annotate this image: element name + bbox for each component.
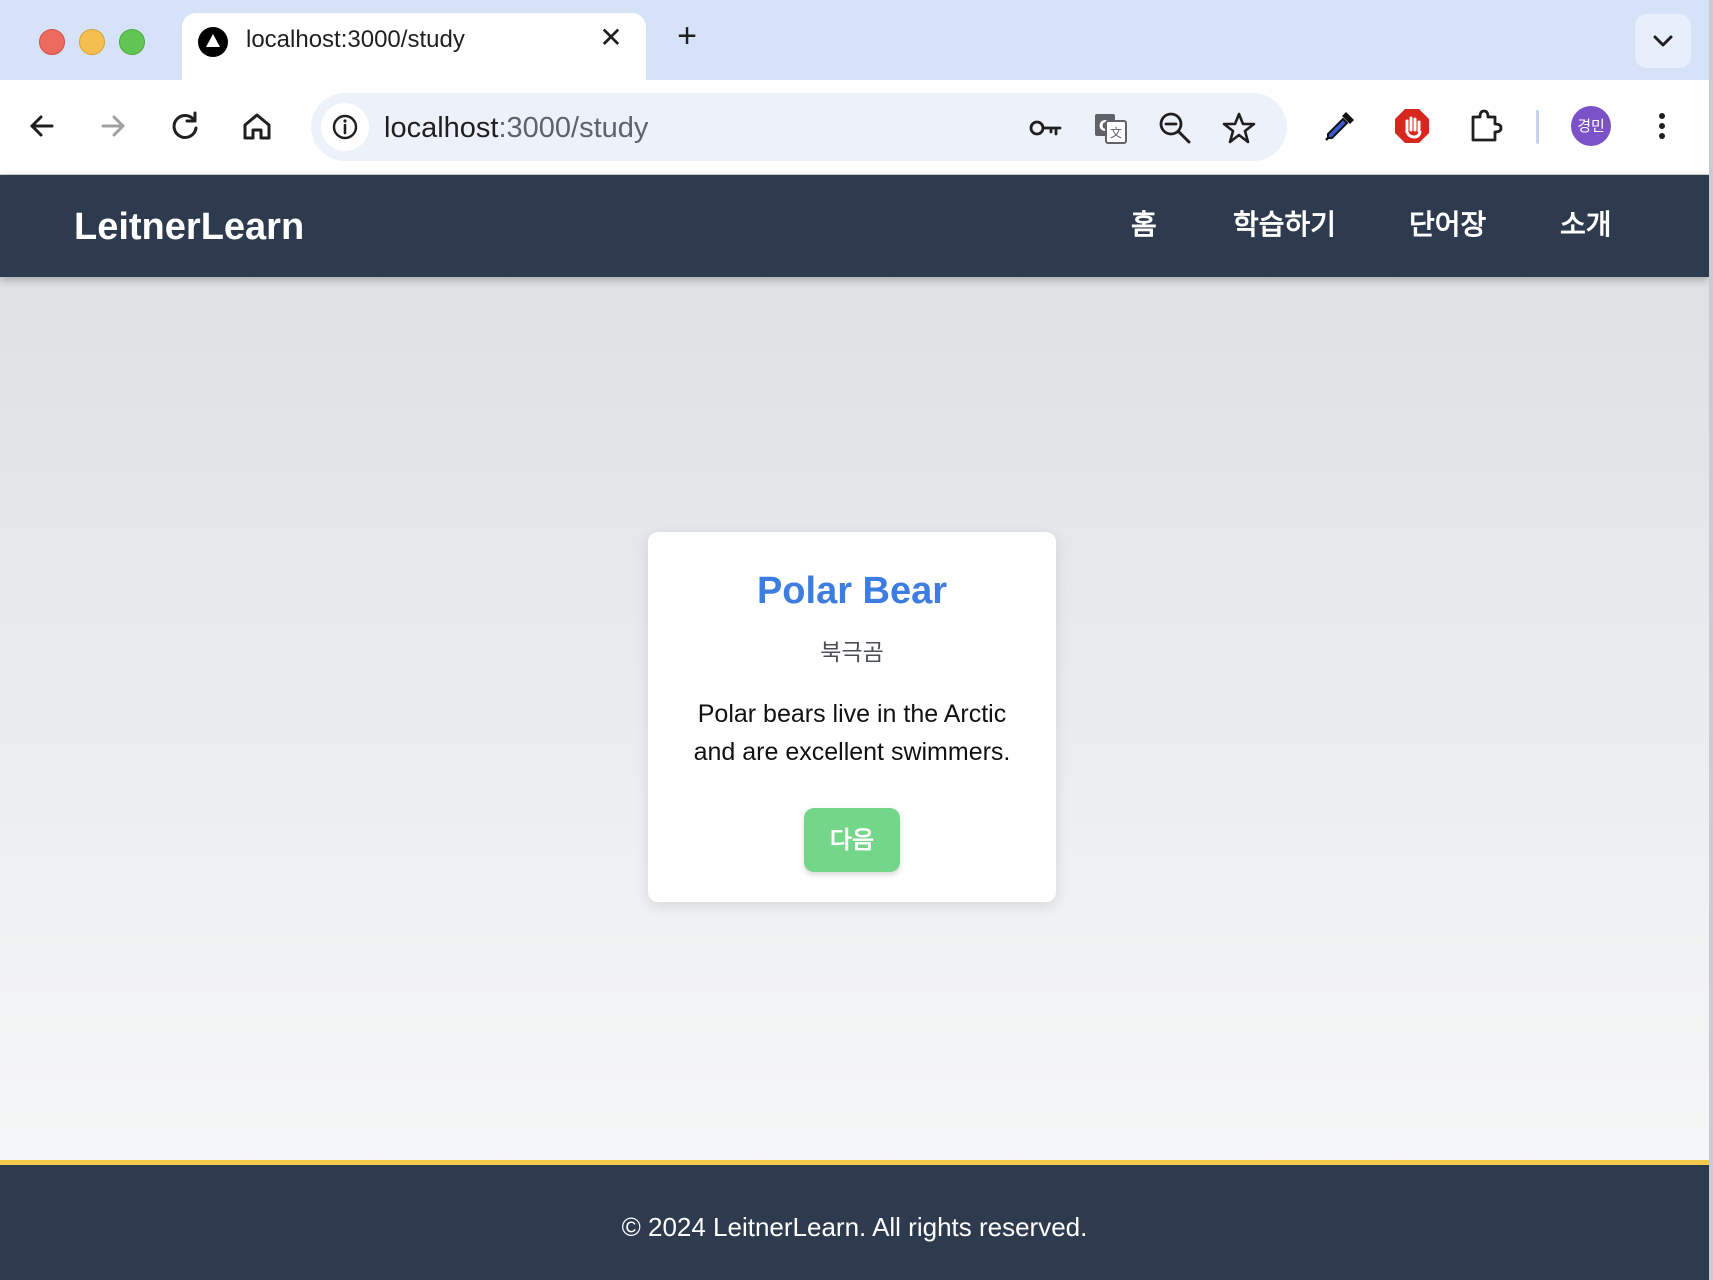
zoom-out-icon <box>1159 112 1191 144</box>
forward-arrow-icon <box>101 115 125 137</box>
tab-active[interactable]: localhost:3000/study ✕ <box>182 13 646 80</box>
translate-icon: G 文 <box>1095 114 1127 144</box>
nav-wordbook[interactable]: 단어장 <box>1409 205 1486 245</box>
site-header: LeitnerLearn 홈 학습하기 단어장 소개 <box>0 175 1709 277</box>
svg-text:文: 文 <box>1110 125 1122 140</box>
profile-avatar[interactable]: 경민 <box>1571 106 1611 146</box>
puzzle-icon <box>1471 109 1503 142</box>
tab-title: localhost:3000/study <box>246 26 465 53</box>
url-text[interactable]: localhost:3000/study <box>384 111 648 145</box>
password-button[interactable] <box>1027 110 1063 146</box>
info-icon <box>332 114 358 140</box>
card-example: Polar bears live in the Arctic and are e… <box>693 700 1011 766</box>
tab-strip: localhost:3000/study ✕ + <box>0 0 1709 80</box>
maximize-window-button[interactable] <box>119 29 145 55</box>
nav-about[interactable]: 소개 <box>1560 205 1612 245</box>
site-footer: © 2024 LeitnerLearn. All rights reserved… <box>0 1160 1709 1280</box>
key-icon <box>1029 120 1062 136</box>
eyedropper-extension[interactable] <box>1320 106 1360 146</box>
minimize-window-button[interactable] <box>79 29 105 55</box>
home-button[interactable] <box>237 106 277 146</box>
web-page: LeitnerLearn 홈 학습하기 단어장 소개 Polar Bear 북극… <box>0 175 1709 1280</box>
footer-copyright: © 2024 LeitnerLearn. All rights reserved… <box>621 1212 1088 1242</box>
extensions-button[interactable] <box>1465 106 1505 146</box>
flashcard: Polar Bear 북극곰 Polar bears live in the A… <box>648 532 1056 902</box>
nav-home[interactable]: 홈 <box>1131 205 1157 245</box>
home-icon <box>243 113 271 140</box>
adblock-extension[interactable] <box>1392 106 1432 146</box>
card-word: Polar Bear <box>756 570 948 612</box>
kebab-menu-icon <box>1659 113 1665 139</box>
bookmark-button[interactable] <box>1221 110 1257 146</box>
reload-button[interactable] <box>165 106 205 146</box>
browser-menu-button[interactable] <box>1647 106 1677 146</box>
star-icon <box>1222 112 1256 144</box>
favicon-icon <box>198 27 228 57</box>
reload-icon <box>172 111 198 139</box>
stop-hand-icon <box>1395 109 1429 143</box>
chevron-down-icon <box>1653 35 1673 47</box>
next-button[interactable]: 다음 <box>804 808 900 872</box>
browser-window: localhost:3000/study ✕ + localhost:3000/… <box>0 0 1713 1280</box>
url-path: :3000/study <box>498 112 649 144</box>
translate-button[interactable]: G 文 <box>1092 110 1128 146</box>
tab-search-button[interactable] <box>1635 14 1691 68</box>
eyedropper-icon <box>1325 112 1354 141</box>
nav-study[interactable]: 학습하기 <box>1233 205 1336 245</box>
new-tab-button[interactable]: + <box>670 19 704 54</box>
address-bar[interactable]: localhost:3000/study G 文 <box>311 93 1287 161</box>
toolbar-divider <box>1536 110 1539 144</box>
site-logo[interactable]: LeitnerLearn <box>74 204 304 250</box>
close-window-button[interactable] <box>39 29 65 55</box>
back-arrow-icon <box>30 115 54 137</box>
back-button[interactable] <box>22 106 62 146</box>
site-info-button[interactable] <box>321 103 369 151</box>
url-host: localhost <box>384 112 499 144</box>
tab-close-icon[interactable]: ✕ <box>596 23 626 53</box>
card-meaning: 북극곰 <box>820 640 884 666</box>
browser-toolbar: localhost:3000/study G 文 <box>0 80 1709 175</box>
zoom-button[interactable] <box>1157 110 1193 146</box>
forward-button[interactable] <box>93 106 133 146</box>
